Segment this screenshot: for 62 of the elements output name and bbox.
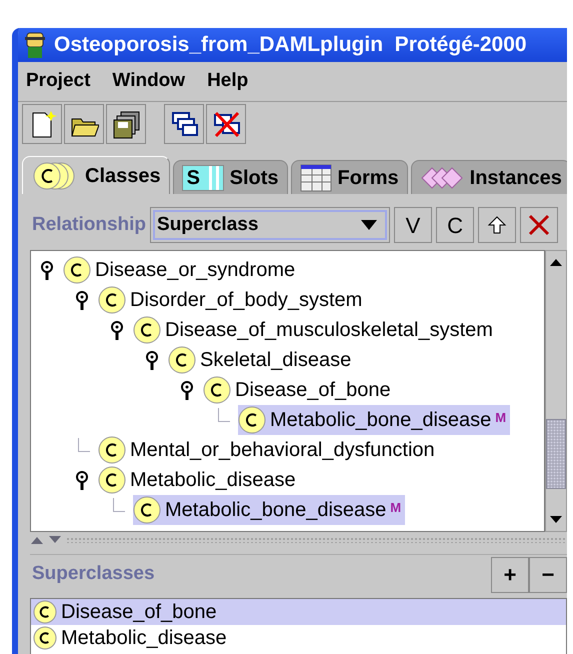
slots-icon: S xyxy=(182,164,224,190)
class-icon xyxy=(98,466,126,494)
relationship-dropdown[interactable]: Superclass xyxy=(150,207,390,243)
up-arrow-icon xyxy=(487,215,508,235)
new-file-button[interactable] xyxy=(22,104,62,144)
save-button[interactable] xyxy=(106,104,146,144)
superclass-button[interactable]: − xyxy=(529,556,567,592)
menu-item[interactable]: Help xyxy=(207,67,248,96)
tree-connector-line xyxy=(78,438,90,452)
tree-node[interactable]: Disease_of_bone xyxy=(203,375,395,405)
superclass-item[interactable]: Disease_of_bone xyxy=(31,599,566,625)
scrollbar[interactable] xyxy=(545,250,567,532)
save-icon xyxy=(111,109,141,139)
form-icon xyxy=(300,164,332,192)
tree-node[interactable]: Skeletal_disease xyxy=(168,345,356,375)
tree-node[interactable]: Disease_or_syndrome xyxy=(63,255,300,285)
class-icon xyxy=(133,316,161,344)
tree-connector-line xyxy=(113,498,125,512)
collapse-down-icon xyxy=(48,536,62,544)
window-title: Osteoporosis_from_DAMLplugin Protégé-2000 xyxy=(54,32,527,58)
person-icon xyxy=(22,31,48,59)
class-icon xyxy=(33,626,57,650)
relationship-button[interactable]: V xyxy=(394,207,432,243)
tab[interactable]: Classes xyxy=(22,156,170,194)
section-title: Superclasses xyxy=(31,562,156,586)
close-icon xyxy=(528,214,550,236)
close-windows-icon xyxy=(211,109,241,139)
scroll-thumb[interactable] xyxy=(546,419,566,489)
class-icon xyxy=(203,376,231,404)
delete-button[interactable] xyxy=(520,207,558,243)
caret-icon xyxy=(361,220,378,230)
class-icon xyxy=(238,406,266,434)
collapse-up-icon xyxy=(30,536,44,544)
windows-icon xyxy=(169,109,199,139)
class-icon xyxy=(133,496,161,524)
relationship-button[interactable]: C xyxy=(436,207,474,243)
class-icon xyxy=(98,286,126,314)
class-icon xyxy=(63,256,91,284)
tree-node[interactable]: Disease_of_musculoskeletal_system xyxy=(133,315,497,345)
scroll-up-icon xyxy=(550,259,562,266)
menu-item[interactable]: Window xyxy=(112,67,186,96)
class-icon xyxy=(168,346,196,374)
class-icon xyxy=(98,436,126,464)
modified-marker: M xyxy=(390,499,402,517)
close-windows-button[interactable] xyxy=(206,104,246,144)
tab[interactable]: Forms xyxy=(290,160,408,194)
tab[interactable]: Instances xyxy=(410,160,567,194)
modified-marker: M xyxy=(495,409,506,427)
tree-node[interactable]: Disorder_of_body_system xyxy=(98,285,366,315)
superclass-item[interactable]: Metabolic_disease xyxy=(31,625,566,651)
relationship-label: Relationship xyxy=(32,212,146,237)
tab[interactable]: S Slots xyxy=(172,160,288,194)
tree-connector-line xyxy=(218,408,230,422)
menu-item[interactable]: Project xyxy=(26,67,90,96)
scroll-down-icon xyxy=(550,516,562,523)
tree-node[interactable]: Metabolic_disease xyxy=(98,465,300,495)
tree-node[interactable]: Mental_or_behavioral_dysfunction xyxy=(98,435,439,465)
open-folder-button[interactable] xyxy=(64,104,104,144)
up-button[interactable] xyxy=(478,207,516,243)
superclass-button[interactable]: + xyxy=(491,556,529,592)
windows-button[interactable] xyxy=(164,104,204,144)
class-icon xyxy=(33,600,57,624)
